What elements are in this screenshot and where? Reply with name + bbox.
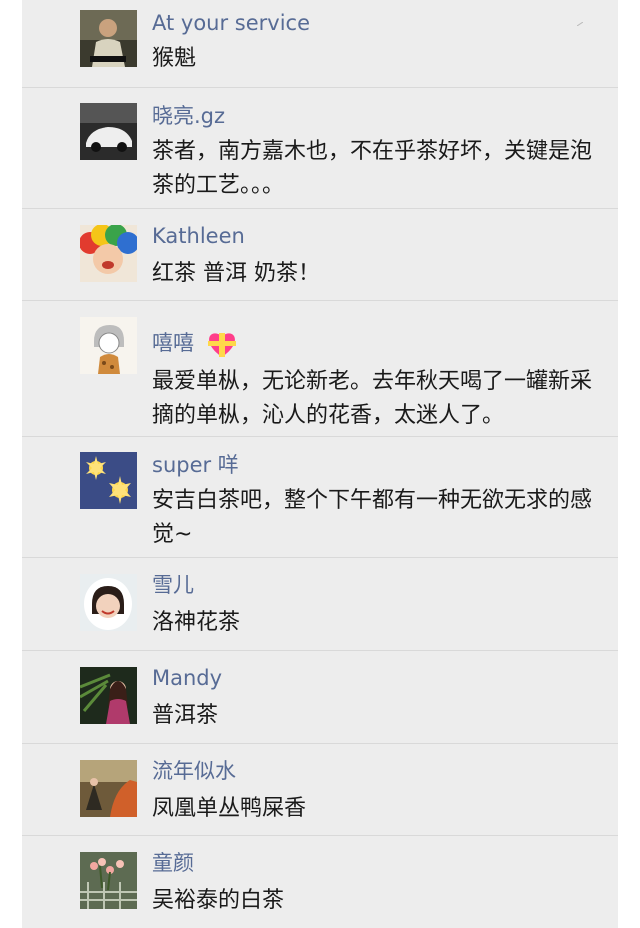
comment-item: 流年似水 凤凰单丛鸭屎香 <box>22 744 618 836</box>
stars-night-avatar[interactable] <box>80 452 137 509</box>
white-car-avatar[interactable] <box>80 103 137 160</box>
comment-item: 童颜 吴裕泰的白茶 <box>22 836 618 928</box>
comment-item: Mandy 普洱茶 <box>22 651 618 744</box>
comment-text: 茶者，南方嘉木也，不在乎茶好坏，关键是泡茶的工艺。。。 <box>152 139 593 198</box>
comment-item: 雪儿 洛神花茶 <box>22 558 618 651</box>
woman-palm-avatar[interactable] <box>80 667 137 724</box>
cartoon-girl-avatar[interactable] <box>80 317 137 374</box>
commenter-name[interactable]: Mandy <box>152 665 222 691</box>
girl-white-hood-avatar[interactable] <box>80 574 137 631</box>
comment-text: 吴裕泰的白茶 <box>152 888 285 913</box>
comment-text: 普洱茶 <box>152 703 219 728</box>
comment-text: 最爱单枞，无论新老。去年秋天喝了一罐新采摘的单枞，沁人的花香，太迷人了。 <box>152 369 593 428</box>
commenter-name[interactable]: 晓亮.gz <box>152 103 225 129</box>
commenter-name[interactable]: 雪儿 <box>152 572 194 598</box>
commenter-name[interactable]: 童颜 <box>152 850 194 876</box>
comment-text: 猴魁 <box>152 46 197 71</box>
commenter-name[interactable]: 嘻嘻 <box>152 329 239 359</box>
commenter-name[interactable]: super 咩 <box>152 452 239 478</box>
comment-text: 安吉白茶吧，整个下午都有一种无欲无求的感觉~ <box>152 488 593 547</box>
comment-list: At your service 猴魁 晓亮.gz 茶者，南方嘉木也，不在乎茶好坏… <box>22 0 618 928</box>
comment-item: 嘻嘻 最爱单枞，无论新老。去年秋天喝了一罐新采摘的单枞，沁人的花香，太迷人了。 <box>22 301 618 437</box>
commenter-name[interactable]: Kathleen <box>152 223 245 249</box>
rainbow-wig-avatar[interactable] <box>80 225 137 282</box>
commenter-name[interactable]: 流年似水 <box>152 758 236 784</box>
man-portrait-avatar[interactable] <box>80 10 137 67</box>
painting-avatar[interactable] <box>80 760 137 817</box>
comment-text: 凤凰单丛鸭屎香 <box>152 796 307 821</box>
gift-heart-emoji <box>207 333 236 357</box>
comment-item: super 咩 安吉白茶吧，整个下午都有一种无欲无求的感觉~ <box>22 437 618 558</box>
comment-item: Kathleen 红茶 普洱 奶茶！ <box>22 209 618 301</box>
commenter-name[interactable]: At your service <box>152 10 310 36</box>
commenter-name-text: 嘻嘻 <box>152 331 194 355</box>
flowers-fence-avatar[interactable] <box>80 852 137 909</box>
comment-item: At your service 猴魁 <box>22 0 618 88</box>
comment-text: 洛神花茶 <box>152 610 241 635</box>
comment-item: 晓亮.gz 茶者，南方嘉木也，不在乎茶好坏，关键是泡茶的工艺。。。 <box>22 88 618 209</box>
corner-mark-icon <box>577 22 583 26</box>
comment-text: 红茶 普洱 奶茶！ <box>152 261 320 286</box>
